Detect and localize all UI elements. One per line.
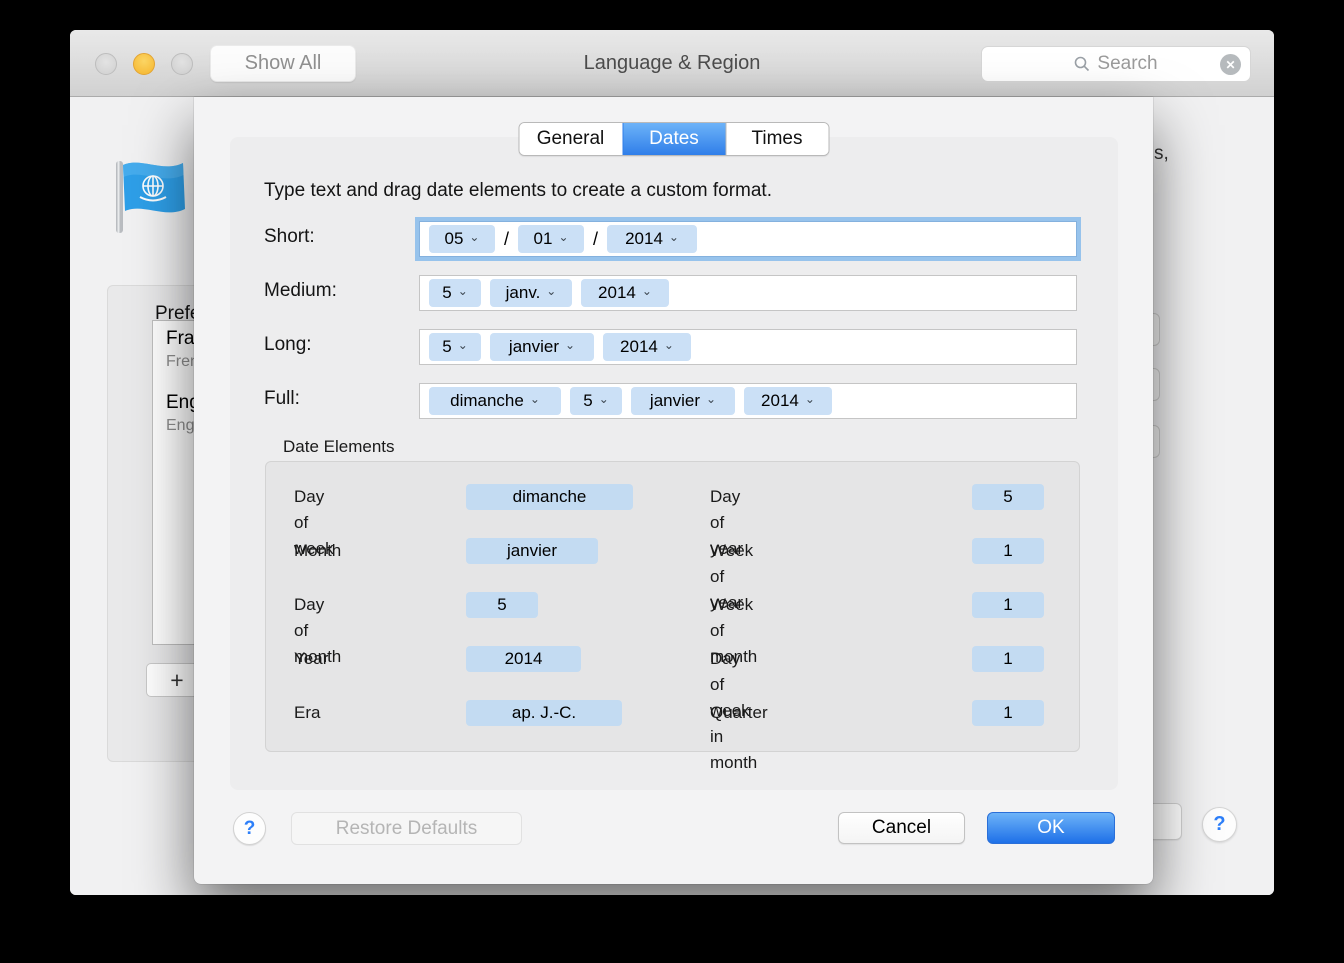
full-format-label: Full:	[264, 388, 300, 410]
chevron-down-icon: ⌄	[530, 392, 540, 406]
date-token[interactable]: 5 ⌄	[429, 279, 481, 307]
system-preferences-window: Language & Region Show All Search ✕	[70, 30, 1274, 895]
date-token[interactable]: 2014 ⌄	[744, 387, 832, 415]
medium-format-label: Medium:	[264, 280, 337, 302]
chevron-down-icon: ⌄	[805, 392, 815, 406]
date-token[interactable]: janvier ⌄	[490, 333, 594, 361]
token-text: janvier	[509, 337, 559, 357]
clear-search-icon[interactable]: ✕	[1220, 54, 1241, 75]
short-format-label: Short:	[264, 226, 315, 248]
long-format-field[interactable]: 5 ⌄ janvier ⌄ 2014 ⌄	[419, 329, 1077, 365]
element-pill[interactable]: 5	[466, 592, 538, 618]
element-pill[interactable]: dimanche	[466, 484, 633, 510]
token-text: 2014	[620, 337, 658, 357]
separator-text: /	[504, 229, 509, 250]
element-pill[interactable]: 1	[972, 538, 1044, 564]
element-pill[interactable]: 1	[972, 592, 1044, 618]
element-label: Month	[294, 538, 341, 564]
chevron-down-icon: ⌄	[546, 284, 556, 298]
date-elements-title: Date Elements	[283, 437, 395, 457]
date-token[interactable]: 05 ⌄	[429, 225, 495, 253]
cancel-button[interactable]: Cancel	[838, 812, 965, 844]
chevron-down-icon: ⌄	[599, 392, 609, 406]
token-text: 2014	[598, 283, 636, 303]
date-elements-panel: Day of week dimanche Month janvier Day o…	[265, 461, 1080, 752]
date-token[interactable]: janv. ⌄	[490, 279, 572, 307]
token-text: 05	[445, 229, 464, 249]
date-token[interactable]: 5 ⌄	[429, 333, 481, 361]
search-icon	[1074, 56, 1090, 72]
token-text: janv.	[506, 283, 541, 303]
element-label: Year	[294, 646, 328, 672]
date-token[interactable]: 2014 ⌄	[581, 279, 669, 307]
chevron-down-icon: ⌄	[558, 230, 568, 244]
ok-button[interactable]: OK	[987, 812, 1115, 844]
token-text: 2014	[761, 391, 799, 411]
restore-defaults-button[interactable]: Restore Defaults	[291, 812, 522, 845]
chevron-down-icon: ⌄	[458, 338, 468, 352]
medium-format-field[interactable]: 5 ⌄ janv. ⌄ 2014 ⌄	[419, 275, 1077, 311]
full-format-field[interactable]: dimanche ⌄ 5 ⌄ janvier ⌄ 2014 ⌄	[419, 383, 1077, 419]
tab-general[interactable]: General	[519, 123, 622, 155]
custom-date-format-sheet: General Dates Times Type text and drag d…	[194, 97, 1153, 884]
element-pill[interactable]: 1	[972, 646, 1044, 672]
format-tabs: General Dates Times	[518, 122, 829, 156]
sheet-help-button[interactable]: ?	[233, 812, 266, 845]
date-token[interactable]: 2014 ⌄	[607, 225, 697, 253]
show-all-button[interactable]: Show All	[210, 45, 356, 82]
help-button[interactable]: ?	[1202, 807, 1237, 842]
token-text: 5	[442, 337, 451, 357]
token-text: 5	[583, 391, 592, 411]
element-label: Era	[294, 700, 320, 726]
chevron-down-icon: ⌄	[458, 284, 468, 298]
element-pill[interactable]: 2014	[466, 646, 581, 672]
chevron-down-icon: ⌄	[669, 230, 679, 244]
truncated-text-fragment: s,	[1154, 143, 1169, 165]
token-text: 01	[534, 229, 553, 249]
token-text: 2014	[625, 229, 663, 249]
chevron-down-icon: ⌄	[565, 338, 575, 352]
element-label: Quarter	[710, 700, 768, 726]
chevron-down-icon: ⌄	[664, 338, 674, 352]
date-token[interactable]: janvier ⌄	[631, 387, 735, 415]
chevron-down-icon: ⌄	[469, 230, 479, 244]
token-text: janvier	[650, 391, 700, 411]
token-text: dimanche	[450, 391, 524, 411]
token-text: 5	[442, 283, 451, 303]
date-token[interactable]: 5 ⌄	[570, 387, 622, 415]
search-placeholder: Search	[1097, 53, 1157, 75]
chevron-down-icon: ⌄	[706, 392, 716, 406]
date-token[interactable]: 01 ⌄	[518, 225, 584, 253]
short-format-field[interactable]: 05 ⌄ / 01 ⌄ / 2014 ⌄	[419, 221, 1077, 257]
chevron-down-icon: ⌄	[642, 284, 652, 298]
tab-dates[interactable]: Dates	[622, 123, 725, 155]
long-format-label: Long:	[264, 334, 312, 356]
titlebar: Language & Region Show All Search ✕	[70, 30, 1274, 97]
element-pill[interactable]: 5	[972, 484, 1044, 510]
date-token[interactable]: dimanche ⌄	[429, 387, 561, 415]
search-input[interactable]: Search ✕	[981, 46, 1251, 82]
un-flag-icon	[113, 157, 193, 237]
element-pill[interactable]: 1	[972, 700, 1044, 726]
instruction-text: Type text and drag date elements to crea…	[264, 180, 772, 202]
element-pill[interactable]: ap. J.-C.	[466, 700, 622, 726]
separator-text: /	[593, 229, 598, 250]
date-token[interactable]: 2014 ⌄	[603, 333, 691, 361]
tab-times[interactable]: Times	[725, 123, 828, 155]
element-pill[interactable]: janvier	[466, 538, 598, 564]
